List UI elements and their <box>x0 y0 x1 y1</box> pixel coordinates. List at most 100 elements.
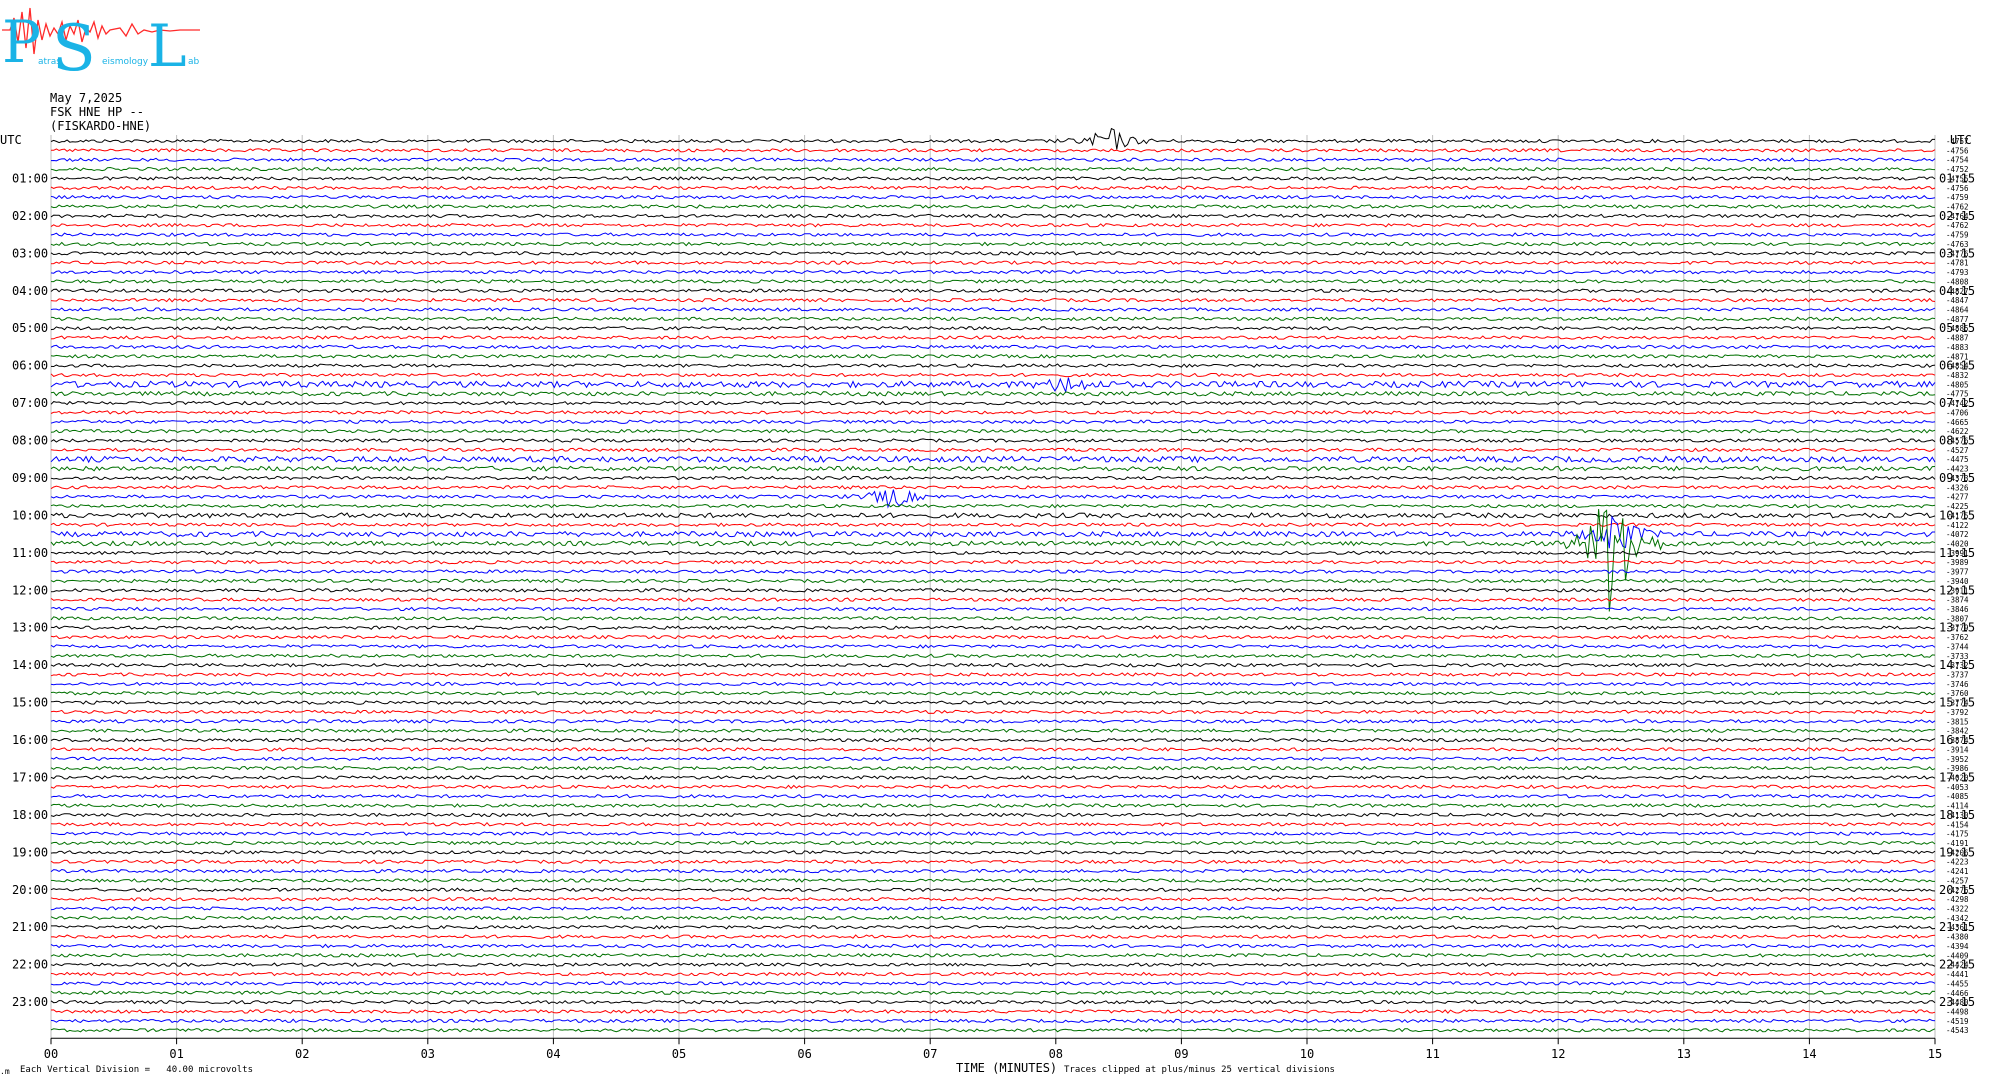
trace-line <box>50 690 1936 696</box>
trace-line <box>50 465 1936 472</box>
trace-offset-label: -3746 <box>1946 680 1969 689</box>
trace-line <box>50 700 1936 705</box>
trace-line <box>50 377 1936 394</box>
trace-line <box>50 653 1936 659</box>
trace-line <box>50 400 1936 406</box>
left-hour-label: 22:00 <box>12 958 48 972</box>
trace-line <box>50 887 1936 893</box>
trace-line <box>51 279 1936 284</box>
x-tick-label: 10 <box>1300 1047 1314 1061</box>
trace-line <box>50 597 1936 602</box>
trace-line <box>50 485 1936 490</box>
trace-line <box>50 307 1936 312</box>
x-tick-label: 02 <box>295 1047 309 1061</box>
left-hour-label: 14:00 <box>12 658 48 672</box>
trace-line <box>50 1018 1936 1024</box>
trace-line <box>50 438 1936 443</box>
left-hour-label: 21:00 <box>12 920 48 934</box>
x-tick-label: 12 <box>1551 1047 1565 1061</box>
trace-line <box>50 850 1936 855</box>
left-hour-label: 12:00 <box>12 583 48 597</box>
trace-offset-label: -3815 <box>1946 717 1969 726</box>
trace-offset-label: -4455 <box>1946 979 1969 988</box>
trace-line <box>50 363 1936 368</box>
trace-line <box>50 672 1936 677</box>
trace-line <box>50 288 1936 294</box>
trace-offset-label: -4756 <box>1946 146 1969 155</box>
right-hour-label: 21:15 <box>1939 920 1975 934</box>
trace-offset-label: -4072 <box>1946 530 1969 539</box>
trace-line <box>50 634 1936 640</box>
left-hour-label: 08:00 <box>12 434 48 448</box>
trace-line <box>50 784 1936 790</box>
left-hour-label: 09:00 <box>12 471 48 485</box>
trace-line <box>50 410 1936 415</box>
trace-line <box>50 606 1936 612</box>
trace-line <box>51 148 1936 153</box>
trace-line <box>50 447 1936 453</box>
trace-line <box>50 157 1936 162</box>
trace-line <box>50 428 1936 434</box>
x-tick-label: 04 <box>546 1047 560 1061</box>
trace-line <box>50 737 1936 743</box>
trace-line <box>50 709 1936 715</box>
right-hour-label: 10:15 <box>1939 508 1975 522</box>
left-hour-label: 16:00 <box>12 733 48 747</box>
trace-offset-label: -4665 <box>1946 418 1969 427</box>
trace-line <box>50 728 1936 734</box>
left-hour-label: 11:00 <box>12 546 48 560</box>
trace-line <box>50 896 1936 902</box>
trace-line <box>50 515 1935 549</box>
right-hour-label: 04:15 <box>1939 284 1975 298</box>
x-tick-label: 08 <box>1049 1047 1063 1061</box>
trace-line <box>50 859 1936 865</box>
trace-line <box>50 335 1936 340</box>
left-hour-label: 19:00 <box>12 845 48 859</box>
trace-line <box>50 213 1936 219</box>
right-hour-label: 19:15 <box>1939 845 1975 859</box>
trace-line <box>50 719 1936 724</box>
trace-line <box>51 924 1936 930</box>
trace-line <box>50 297 1936 303</box>
x-axis-title: TIME (MINUTES) <box>956 1061 1057 1075</box>
footer-annotations: .m Each Vertical Division = 40.00 microv… <box>0 1061 1335 1076</box>
trace-line <box>50 943 1936 949</box>
trace-line <box>50 390 1936 397</box>
trace-line <box>50 176 1936 181</box>
trace-line <box>50 999 1936 1005</box>
right-hour-label: 12:15 <box>1939 583 1975 597</box>
trace-line <box>50 971 1936 977</box>
left-hour-label: 17:00 <box>12 770 48 784</box>
trace-offset-label: -4241 <box>1946 867 1969 876</box>
trace-offset-label: -4805 <box>1946 380 1969 389</box>
trace-offset-label: -4759 <box>1946 231 1969 240</box>
x-tick-label: 03 <box>421 1047 435 1061</box>
trace-offset-label: -3952 <box>1946 755 1969 764</box>
trace-line <box>50 812 1936 818</box>
trace-offset-label: -4475 <box>1946 455 1969 464</box>
trace-line <box>50 241 1936 247</box>
left-hour-label: 18:00 <box>12 808 48 822</box>
left-hour-label: 15:00 <box>12 696 48 710</box>
right-hour-label: 13:15 <box>1939 621 1975 635</box>
trace-line <box>50 204 1936 209</box>
trace-line <box>50 512 1936 519</box>
trace-line <box>50 127 1935 150</box>
left-hour-label: 23:00 <box>12 995 48 1009</box>
clip-note: Traces clipped at plus/minus 25 vertical… <box>1064 1065 1335 1075</box>
right-hour-label: 22:15 <box>1939 958 1975 972</box>
trace-line <box>50 878 1935 883</box>
trace-offset-label: -3744 <box>1946 642 1969 651</box>
left-hour-label: 01:00 <box>12 171 48 185</box>
trace-offset-label: -4754 <box>1946 156 1969 165</box>
trace-line <box>50 455 1936 464</box>
trace-line <box>50 747 1936 752</box>
right-hour-label: 20:15 <box>1939 883 1975 897</box>
trace-line <box>50 868 1936 874</box>
trace-line <box>50 775 1936 780</box>
trace-line <box>50 1027 1936 1033</box>
x-tick-label: 05 <box>672 1047 686 1061</box>
footer-left-marker: .m <box>0 1067 10 1076</box>
trace-offset-label: -4175 <box>1946 830 1969 839</box>
trace-offset-label: -4519 <box>1946 1017 1969 1026</box>
